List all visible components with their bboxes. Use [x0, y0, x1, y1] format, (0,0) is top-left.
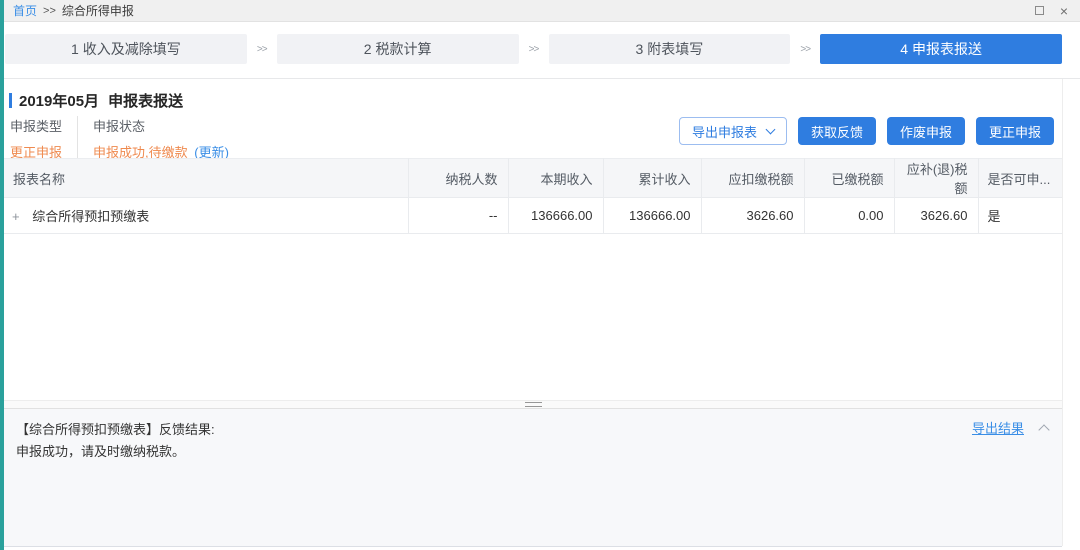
declare-status: 申报状态 申报成功,待缴款 (更新) — [93, 116, 229, 161]
feedback-actions: 导出结果 — [972, 418, 1050, 437]
action-toolbar: 导出申报表 获取反馈 作废申报 更正申报 — [678, 117, 1054, 145]
declare-status-label: 申报状态 — [93, 119, 146, 134]
app-window: 首页 >> 综合所得申报 × 1 收入及减除填写 >> 2 税款计算 >> 3 … — [0, 0, 1080, 550]
table-header-row: 报表名称 纳税人数 本期收入 累计收入 应扣缴税额 已缴税额 应补(退)税额 是… — [4, 158, 1063, 198]
maximize-icon[interactable] — [1034, 6, 1044, 15]
cell-withhold-tax: 3626.60 — [701, 197, 805, 234]
page-title: 2019年05月 申报表报送 — [19, 90, 183, 111]
left-edge-strip — [0, 0, 4, 550]
cell-total-income: 136666.00 — [603, 197, 702, 234]
collapse-panel-icon[interactable] — [1038, 423, 1050, 436]
page-title-text: 申报表报送 — [108, 93, 184, 110]
col-header-report-name: 报表名称 — [4, 158, 409, 198]
step-2-tax-calc[interactable]: 2 税款计算 — [276, 34, 519, 64]
breadcrumb-home-link[interactable]: 首页 — [13, 2, 37, 19]
step-separator-icon: >> — [256, 43, 268, 55]
section-header: 2019年05月 申报表报送 — [9, 90, 183, 111]
chevron-down-icon — [765, 124, 776, 134]
declare-type-label: 申报类型 — [10, 119, 63, 134]
report-table: 报表名称 纳税人数 本期收入 累计收入 应扣缴税额 已缴税额 应补(退)税额 是… — [4, 158, 1063, 234]
header-divider — [4, 78, 1080, 79]
period-label: 2019年05月 — [19, 93, 100, 110]
step-3-attachments[interactable]: 3 附表填写 — [548, 34, 791, 64]
cell-current-income: 136666.00 — [508, 197, 604, 234]
cell-declarable: 是 — [978, 197, 1063, 234]
breadcrumb-separator: >> — [43, 4, 56, 17]
feedback-panel: 【综合所得预扣预缴表】反馈结果: 申报成功，请及时缴纳税款。 导出结果 — [4, 409, 1062, 547]
meta-divider — [77, 116, 79, 161]
close-icon[interactable]: × — [1060, 4, 1068, 18]
export-result-link[interactable]: 导出结果 — [972, 418, 1024, 437]
breadcrumb-bar: 首页 >> 综合所得申报 × — [4, 0, 1080, 22]
step-separator-icon: >> — [800, 43, 811, 55]
declare-type: 申报类型 更正申报 — [10, 116, 62, 161]
col-header-declarable: 是否可申... — [978, 158, 1063, 198]
col-header-withhold-tax: 应扣缴税额 — [701, 158, 805, 198]
cell-taxpayer-count: -- — [408, 197, 509, 234]
void-declaration-button[interactable]: 作废申报 — [886, 117, 965, 145]
breadcrumb-current: 综合所得申报 — [61, 4, 134, 18]
report-name-text: 综合所得预扣预缴表 — [32, 209, 150, 224]
splitter-grip-icon — [524, 402, 542, 407]
col-header-current-income: 本期收入 — [508, 158, 604, 198]
feedback-message: 申报成功，请及时缴纳税款。 — [16, 444, 186, 459]
step-wizard: 1 收入及减除填写 >> 2 税款计算 >> 3 附表填写 >> 4 申报表报送 — [5, 34, 1062, 64]
cell-paid-tax: 0.00 — [804, 197, 895, 234]
col-header-paid-tax: 已缴税额 — [804, 158, 895, 198]
export-declaration-button[interactable]: 导出申报表 — [678, 117, 787, 145]
export-declaration-label: 导出申报表 — [691, 124, 757, 140]
col-header-refund-tax: 应补(退)税额 — [894, 158, 979, 198]
scrollbar-track[interactable] — [1062, 79, 1080, 546]
expand-row-icon[interactable]: + — [12, 209, 20, 224]
table-row[interactable]: + 综合所得预扣预缴表 -- 136666.00 136666.00 3626.… — [4, 197, 1063, 234]
col-header-taxpayer-count: 纳税人数 — [408, 158, 509, 198]
step-4-submit[interactable]: 4 申报表报送 — [820, 34, 1062, 64]
col-header-total-income: 累计收入 — [603, 158, 702, 198]
correct-declaration-button[interactable]: 更正申报 — [975, 117, 1054, 145]
window-controls: × — [1034, 4, 1068, 18]
panel-splitter[interactable] — [4, 400, 1062, 409]
get-feedback-button[interactable]: 获取反馈 — [797, 117, 876, 145]
feedback-title: 【综合所得预扣预缴表】反馈结果: — [16, 422, 215, 437]
title-accent-bar — [9, 93, 12, 108]
step-separator-icon: >> — [528, 43, 540, 55]
cell-refund-tax: 3626.60 — [894, 197, 979, 234]
step-1-income[interactable]: 1 收入及减除填写 — [5, 34, 247, 64]
cell-report-name: + 综合所得预扣预缴表 — [4, 197, 409, 234]
breadcrumb: 首页 >> 综合所得申报 — [13, 2, 134, 19]
declaration-meta: 申报类型 更正申报 申报状态 申报成功,待缴款 (更新) — [10, 116, 229, 161]
